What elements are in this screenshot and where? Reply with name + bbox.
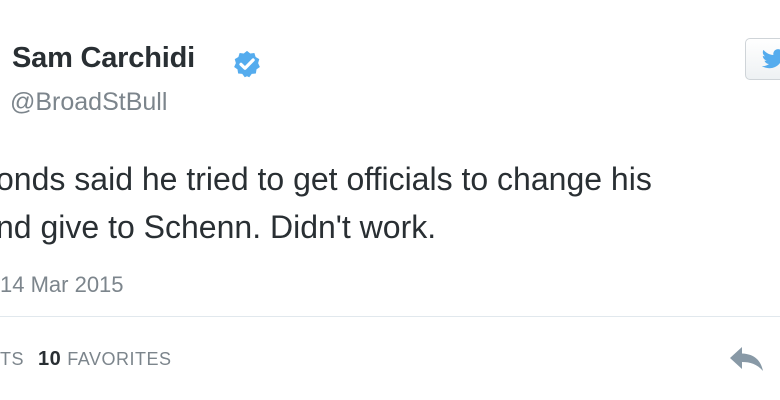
tweet-stats: TS 10 FAVORITES: [0, 348, 171, 371]
tweet-text: onds said he tried to get officials to c…: [0, 155, 652, 251]
verified-badge-icon: [234, 50, 260, 78]
author-handle[interactable]: @BroadStBull: [10, 88, 167, 117]
retweets-label[interactable]: TS: [0, 349, 24, 370]
tweet-text-line: nd give to Schenn. Didn't work.: [0, 209, 437, 245]
tweet-card: Sam Carchidi @BroadStBull onds said he t…: [0, 0, 780, 400]
favorites-count[interactable]: 10: [38, 348, 61, 371]
tweet-timestamp[interactable]: 14 Mar 2015: [0, 272, 124, 298]
favorites-label[interactable]: FAVORITES: [67, 349, 171, 370]
divider: [0, 316, 780, 317]
author-name[interactable]: Sam Carchidi: [12, 42, 195, 75]
reply-icon[interactable]: [728, 344, 766, 374]
tweet-text-line: onds said he tried to get officials to c…: [0, 161, 652, 197]
twitter-bird-icon: [762, 49, 780, 69]
